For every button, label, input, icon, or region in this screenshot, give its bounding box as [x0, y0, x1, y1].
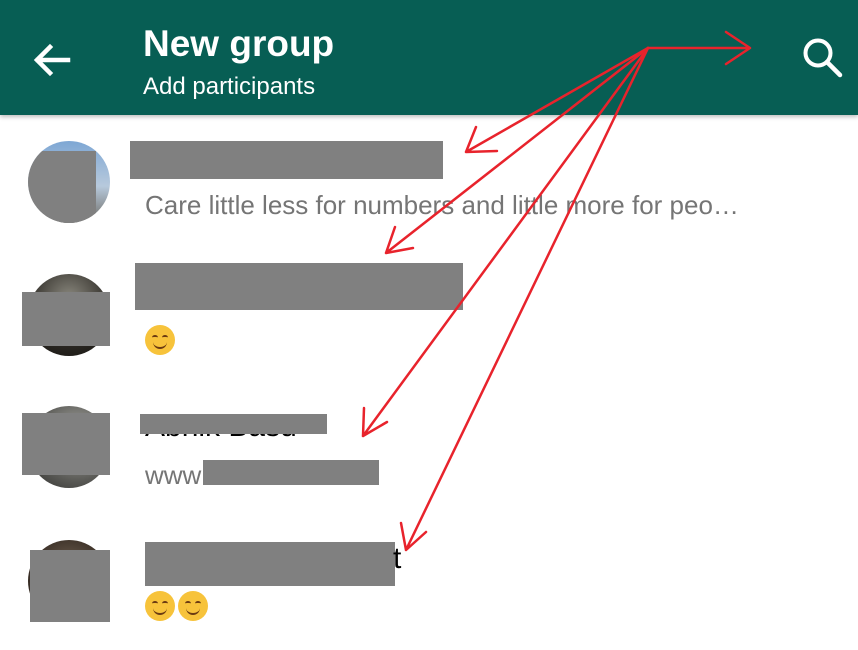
list-item[interactable]: Abhik Basu www — [0, 378, 858, 508]
smile-emoji-icon — [145, 325, 175, 355]
page-subtitle: Add participants — [143, 73, 316, 100]
avatar-redaction — [30, 550, 110, 622]
app-bar: New group Add participants — [0, 0, 858, 115]
smile-emoji-icon — [178, 591, 208, 621]
contact-status-emoji — [145, 325, 178, 355]
name-redaction — [130, 141, 443, 179]
search-icon — [803, 38, 843, 78]
page-title: New group — [143, 23, 335, 64]
smile-emoji-icon — [145, 591, 175, 621]
contact-name-visible-fragment: t — [393, 542, 402, 575]
name-redaction — [145, 542, 395, 586]
avatar-redaction — [22, 413, 110, 475]
arrow-left-icon — [33, 43, 71, 77]
list-item[interactable] — [0, 248, 858, 378]
status-redaction — [203, 460, 379, 485]
contact-status: Care little less for numbers and little … — [145, 190, 739, 220]
contact-status-emoji — [145, 591, 211, 621]
search-button[interactable] — [798, 33, 846, 81]
avatar-redaction — [22, 292, 110, 346]
list-item[interactable]: t — [0, 520, 858, 650]
name-redaction — [140, 414, 327, 434]
back-button[interactable] — [28, 36, 76, 84]
list-item[interactable]: Care little less for numbers and little … — [0, 118, 858, 248]
avatar — [28, 141, 110, 223]
name-redaction — [135, 263, 463, 310]
